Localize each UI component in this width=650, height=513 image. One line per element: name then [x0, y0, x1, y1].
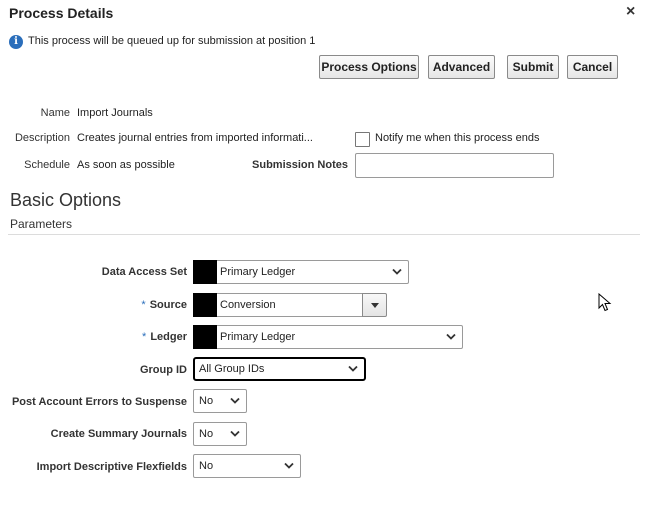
chevron-down-icon	[348, 365, 358, 372]
group-id-value: All Group IDs	[199, 363, 265, 375]
data-access-set-value: Primary Ledger	[220, 266, 296, 278]
create-summary-journals-select[interactable]: No	[193, 422, 247, 446]
post-account-errors-label: Post Account Errors to Suspense	[11, 396, 187, 408]
caret-down-icon	[371, 303, 379, 308]
name-value: Import Journals	[77, 107, 153, 119]
submission-notes-label: Submission Notes	[252, 159, 348, 171]
data-access-set-label: Data Access Set	[101, 266, 187, 278]
mouse-pointer-icon	[598, 293, 612, 312]
chevron-down-icon	[446, 333, 456, 340]
source-dropdown-button[interactable]	[362, 293, 387, 317]
process-options-button[interactable]: Process Options	[319, 55, 419, 79]
section-heading: Basic Options	[10, 190, 122, 210]
advanced-button[interactable]: Advanced	[428, 55, 495, 79]
required-asterisk: *	[141, 299, 146, 311]
redacted-block	[193, 260, 217, 284]
notify-checkbox[interactable]	[355, 132, 370, 147]
chevron-down-icon	[230, 397, 240, 404]
cancel-button[interactable]: Cancel	[567, 55, 618, 79]
submission-notes-input[interactable]	[355, 153, 554, 178]
schedule-label: Schedule	[24, 159, 70, 171]
ledger-label-text: Ledger	[150, 331, 187, 343]
name-label: Name	[40, 107, 70, 119]
close-icon[interactable]: ×	[626, 3, 635, 21]
chevron-down-icon	[392, 268, 402, 275]
group-id-label: Group ID	[139, 364, 187, 376]
chevron-down-icon	[284, 462, 294, 469]
source-label: * Source	[10, 299, 187, 311]
source-label-text: Source	[149, 299, 187, 311]
description-label: Description	[14, 132, 70, 144]
import-descriptive-flexfields-select[interactable]: No	[193, 454, 301, 478]
group-id-select[interactable]: All Group IDs	[193, 357, 366, 381]
parameters-subheading: Parameters	[10, 217, 73, 231]
create-summary-journals-value: No	[199, 428, 214, 440]
create-summary-journals-label: Create Summary Journals	[50, 428, 187, 440]
ledger-label: * Ledger	[10, 331, 187, 343]
notify-label: Notify me when this process ends	[375, 132, 540, 144]
post-account-errors-select[interactable]: No	[193, 389, 247, 413]
ledger-value: Primary Ledger	[220, 331, 296, 343]
data-access-set-select[interactable]: Primary Ledger	[193, 260, 409, 284]
info-message: This process will be queued up for submi…	[28, 35, 316, 47]
submit-button[interactable]: Submit	[507, 55, 559, 79]
chevron-down-icon	[230, 430, 240, 437]
import-descriptive-flexfields-value: No	[199, 460, 214, 472]
source-value: Conversion	[220, 299, 276, 311]
section-divider	[8, 234, 640, 235]
redacted-block	[193, 293, 217, 317]
ledger-select[interactable]: Primary Ledger	[193, 325, 463, 349]
post-account-errors-value: No	[199, 395, 214, 407]
source-input[interactable]: Conversion	[193, 293, 363, 317]
description-value: Creates journal entries from imported in…	[77, 132, 313, 144]
schedule-value: As soon as possible	[77, 159, 175, 171]
required-asterisk: *	[142, 331, 147, 343]
import-descriptive-flexfields-label: Import Descriptive Flexfields	[36, 461, 187, 473]
redacted-block	[193, 325, 217, 349]
dialog-title: Process Details	[9, 5, 114, 21]
info-icon: i	[9, 35, 23, 49]
